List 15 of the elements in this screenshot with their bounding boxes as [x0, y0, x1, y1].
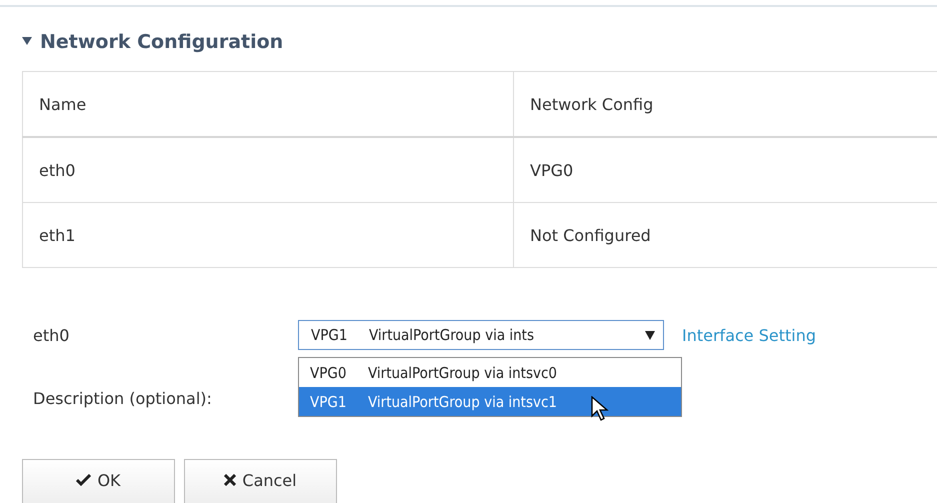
check-icon [76, 474, 92, 486]
column-header: Network Config [514, 72, 937, 137]
section-title: Network Configuration [40, 31, 284, 53]
dropdown-option[interactable]: VPG1 VirtualPortGroup via intsvc1 [299, 387, 681, 416]
field-label: Description (optional): [33, 388, 212, 408]
dropdown-arrow-icon [645, 331, 655, 340]
caret-icon[interactable] [22, 37, 32, 47]
ok-button[interactable]: OK [22, 459, 175, 503]
field-label: eth0 [33, 326, 70, 344]
dropdown-option[interactable]: VPG0 VirtualPortGroup via intsvc0 [299, 358, 681, 387]
table-cell: eth0 [22, 137, 514, 202]
close-icon [224, 474, 236, 486]
cancel-button[interactable]: Cancel [184, 459, 337, 503]
column-header: Name [22, 72, 514, 137]
table-cell: eth1 [22, 202, 514, 268]
